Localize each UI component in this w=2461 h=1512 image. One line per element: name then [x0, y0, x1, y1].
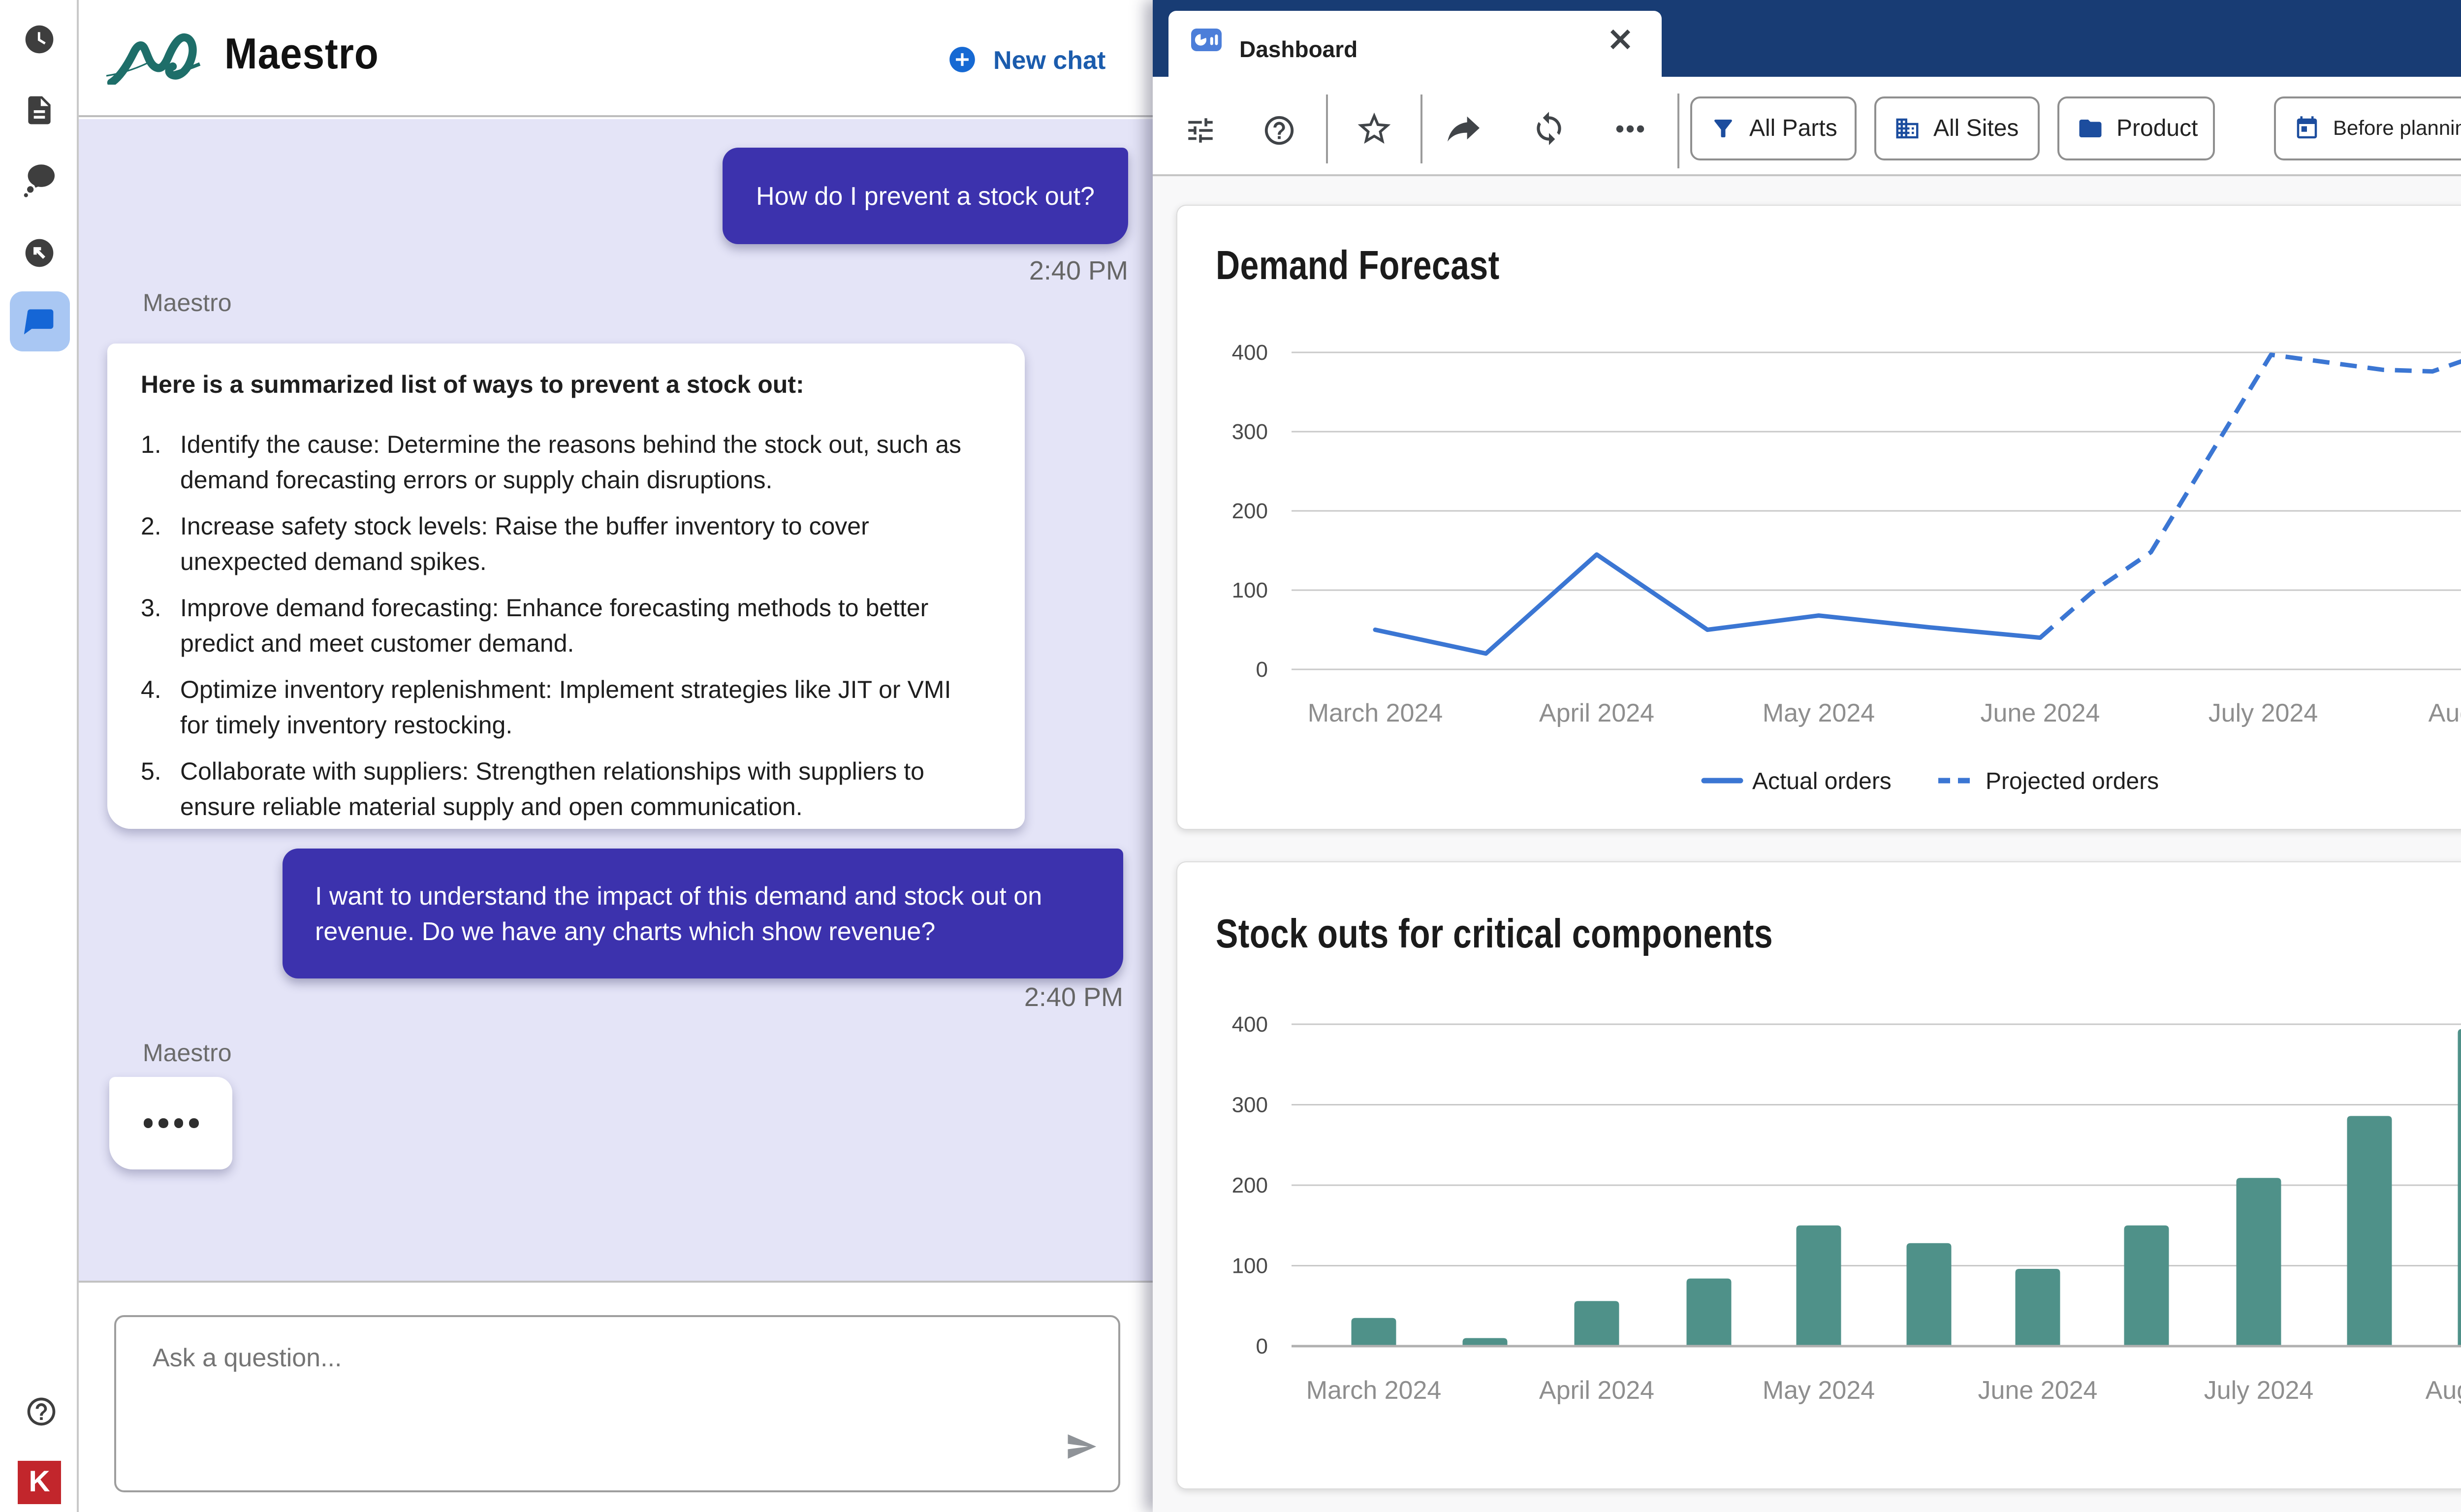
- svg-text:0: 0: [1256, 658, 1268, 682]
- svg-text:200: 200: [1232, 1173, 1268, 1197]
- svg-text:March 2024: March 2024: [1308, 699, 1443, 727]
- svg-text:Aug 2024: Aug 2024: [2426, 1376, 2461, 1405]
- svg-text:April 2024: April 2024: [1539, 1376, 1654, 1405]
- svg-text:100: 100: [1232, 1254, 1268, 1278]
- svg-text:June 2024: June 2024: [1981, 699, 2100, 727]
- svg-text:400: 400: [1232, 341, 1268, 365]
- svg-text:300: 300: [1232, 420, 1268, 444]
- svg-text:March 2024: March 2024: [1306, 1376, 1442, 1405]
- svg-text:June 2024: June 2024: [1978, 1376, 2098, 1405]
- svg-text:May 2024: May 2024: [1763, 1376, 1875, 1405]
- svg-text:300: 300: [1232, 1093, 1268, 1117]
- svg-text:July 2024: July 2024: [2204, 1376, 2314, 1405]
- svg-text:May 2024: May 2024: [1763, 699, 1875, 727]
- svg-text:Actual orders: Actual orders: [1752, 768, 1892, 794]
- svg-text:July 2024: July 2024: [2209, 699, 2318, 727]
- svg-text:April 2024: April 2024: [1539, 699, 1654, 727]
- svg-text:200: 200: [1232, 499, 1268, 523]
- svg-text:100: 100: [1232, 578, 1268, 602]
- svg-text:Aug 2024: Aug 2024: [2429, 699, 2461, 727]
- svg-text:400: 400: [1232, 1012, 1268, 1037]
- svg-text:0: 0: [1256, 1334, 1268, 1358]
- svg-text:Projected orders: Projected orders: [1986, 768, 2159, 794]
